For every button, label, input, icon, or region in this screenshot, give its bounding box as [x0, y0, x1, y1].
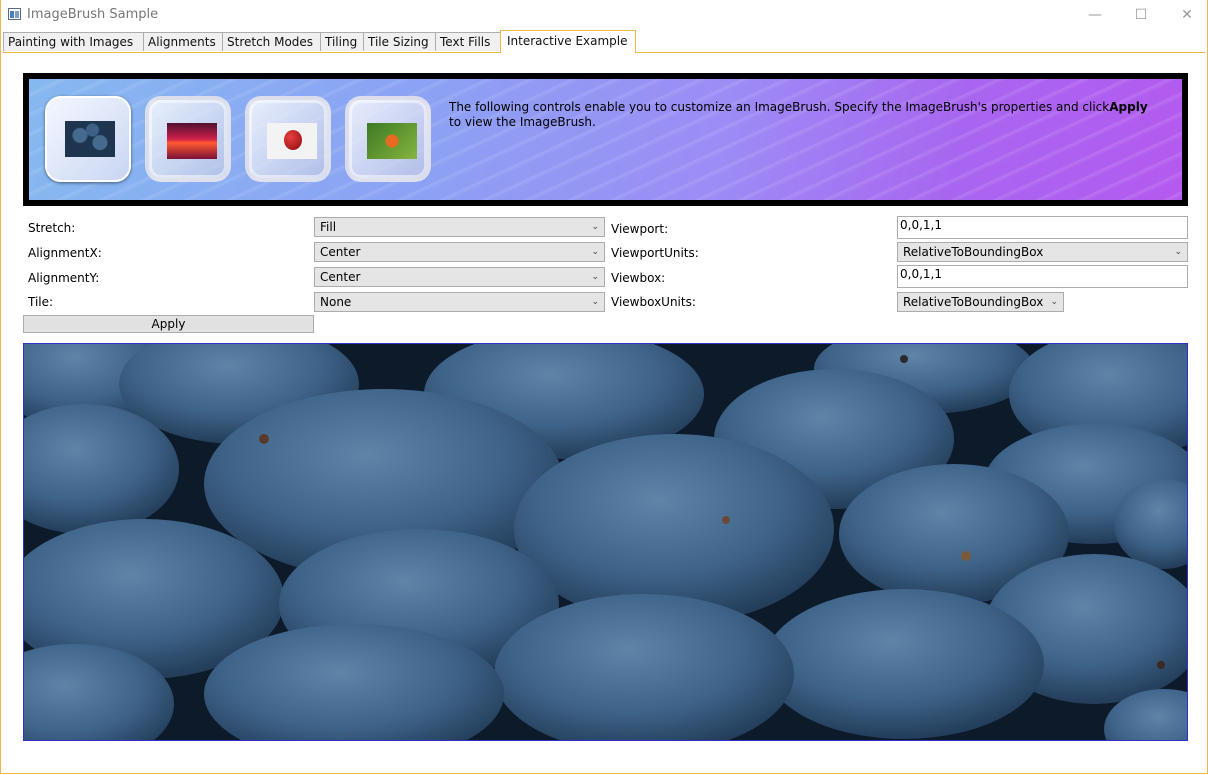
apply-button[interactable]: Apply [23, 315, 314, 333]
blueberries-preview-image [24, 344, 1187, 740]
thumbnail-sunset[interactable] [145, 96, 231, 182]
title-bar[interactable]: ImageBrush Sample — ☐ ✕ [1, 0, 1207, 30]
image-selector-banner: The following controls enable you to cus… [23, 73, 1188, 206]
tab-tile-sizing[interactable]: Tile Sizing [363, 32, 436, 51]
window-title: ImageBrush Sample [27, 7, 159, 22]
window-app-icon [8, 8, 21, 20]
thumbnail-blueberries[interactable] [45, 96, 131, 182]
viewbox-input[interactable]: 0,0,1,1 [897, 265, 1188, 288]
chevron-down-icon: ⌄ [591, 247, 599, 257]
stretch-label: Stretch: [28, 221, 76, 235]
sunset-image [167, 123, 217, 159]
chevron-down-icon: ⌄ [591, 222, 599, 232]
stretch-value: Fill [320, 220, 337, 234]
chevron-down-icon: ⌄ [591, 297, 599, 307]
viewbox-label: Viewbox: [611, 271, 666, 285]
viewbox-units-value: RelativeToBoundingBox [903, 295, 1044, 309]
viewport-label: Viewport: [611, 222, 669, 236]
viewbox-units-select[interactable]: RelativeToBoundingBox ⌄ [897, 292, 1064, 312]
chevron-down-icon: ⌄ [1174, 247, 1182, 257]
viewport-input[interactable]: 0,0,1,1 [897, 216, 1188, 239]
apply-keyword: Apply [1109, 100, 1148, 114]
tab-interactive-example[interactable]: Interactive Example [500, 30, 636, 53]
tab-text-fills[interactable]: Text Fills [435, 32, 501, 51]
blueberries-image [65, 121, 115, 157]
alignment-y-value: Center [320, 270, 361, 284]
banner-instructions: The following controls enable you to cus… [449, 100, 1148, 129]
chevron-down-icon: ⌄ [591, 272, 599, 282]
viewport-units-label: ViewportUnits: [611, 246, 699, 260]
tab-stretch-modes[interactable]: Stretch Modes [222, 32, 321, 51]
minimize-button[interactable]: — [1072, 0, 1118, 30]
tab-painting-with-images[interactable]: Painting with Images [3, 32, 144, 51]
app-window: ImageBrush Sample — ☐ ✕ Painting with Im… [0, 0, 1208, 774]
alignment-y-select[interactable]: Center ⌄ [314, 267, 605, 287]
tile-select[interactable]: None ⌄ [314, 292, 605, 312]
tile-value: None [320, 295, 352, 309]
alignment-x-value: Center [320, 245, 361, 259]
stretch-select[interactable]: Fill ⌄ [314, 217, 605, 237]
tab-tiling[interactable]: Tiling [320, 32, 364, 51]
tab-strip: Painting with Images Alignments Stretch … [3, 30, 1205, 53]
tab-alignments[interactable]: Alignments [143, 32, 223, 51]
flower-image [367, 123, 417, 159]
tile-label: Tile: [28, 295, 54, 309]
thumbnail-flower[interactable] [345, 96, 431, 182]
apple-image [267, 123, 317, 159]
imagebrush-preview [23, 343, 1188, 741]
close-button[interactable]: ✕ [1164, 0, 1208, 30]
maximize-button[interactable]: ☐ [1118, 0, 1164, 30]
alignment-y-label: AlignmentY: [28, 271, 100, 285]
alignment-x-select[interactable]: Center ⌄ [314, 242, 605, 262]
viewport-units-select[interactable]: RelativeToBoundingBox ⌄ [897, 242, 1188, 262]
thumbnail-apple[interactable] [245, 96, 331, 182]
alignment-x-label: AlignmentX: [28, 246, 102, 260]
viewport-units-value: RelativeToBoundingBox [903, 245, 1044, 259]
chevron-down-icon: ⌄ [1050, 297, 1058, 307]
viewbox-units-label: ViewboxUnits: [611, 295, 696, 309]
